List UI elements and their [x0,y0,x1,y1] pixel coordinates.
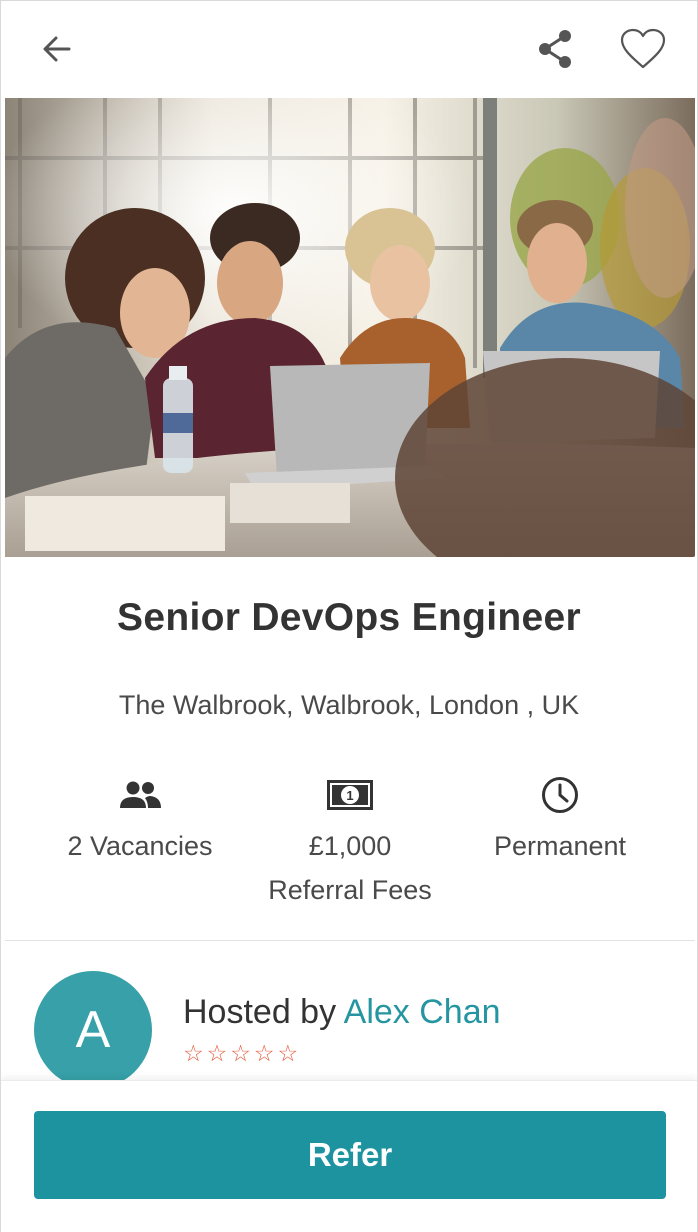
people-icon [120,781,161,808]
stat-referral-fee: 1 £1,000 Referral Fees [235,773,465,912]
office-team-photo [5,98,695,557]
host-rating-stars: ☆☆☆☆☆ [183,1040,302,1066]
heart-outline-icon [620,28,666,69]
back-button[interactable] [31,23,83,75]
host-name-link[interactable]: Alex Chan [344,993,501,1031]
share-button[interactable] [529,23,581,75]
host-avatar[interactable]: A [34,971,152,1089]
stat-employment-type: Permanent [445,773,675,868]
hosted-by: Hosted by Alex Chan [183,993,501,1032]
stat-vacancies: 2 Vacancies [25,773,255,868]
hosted-by-label: Hosted by [183,993,344,1031]
clock-icon [542,777,578,813]
bottom-action-bar: Refer [1,1080,697,1232]
refer-button[interactable]: Refer [34,1111,666,1199]
svg-text:1: 1 [346,788,353,803]
job-title: Senior DevOps Engineer [117,596,581,639]
host-initial: A [75,1001,111,1059]
banknote-icon: 1 [327,780,373,810]
section-divider [5,940,695,941]
vacancies-count: 2 Vacancies [67,831,213,861]
job-photo-carousel[interactable] [5,98,695,557]
job-detail-screen: Senior DevOps Engineer The Walbrook, Wal… [0,0,698,1232]
job-stats: 2 Vacancies 1 £1,000 Referral Fees Perma… [1,773,697,913]
referral-fee-amount: £1,000 [308,831,392,861]
arrow-left-icon [43,36,71,62]
job-location: The Walbrook, Walbrook, London , UK [118,690,580,720]
employment-type: Permanent [493,831,627,861]
share-icon [539,30,571,68]
referral-fee-label: Referral Fees [268,875,432,905]
favorite-button[interactable] [617,23,669,75]
top-bar [1,0,697,98]
